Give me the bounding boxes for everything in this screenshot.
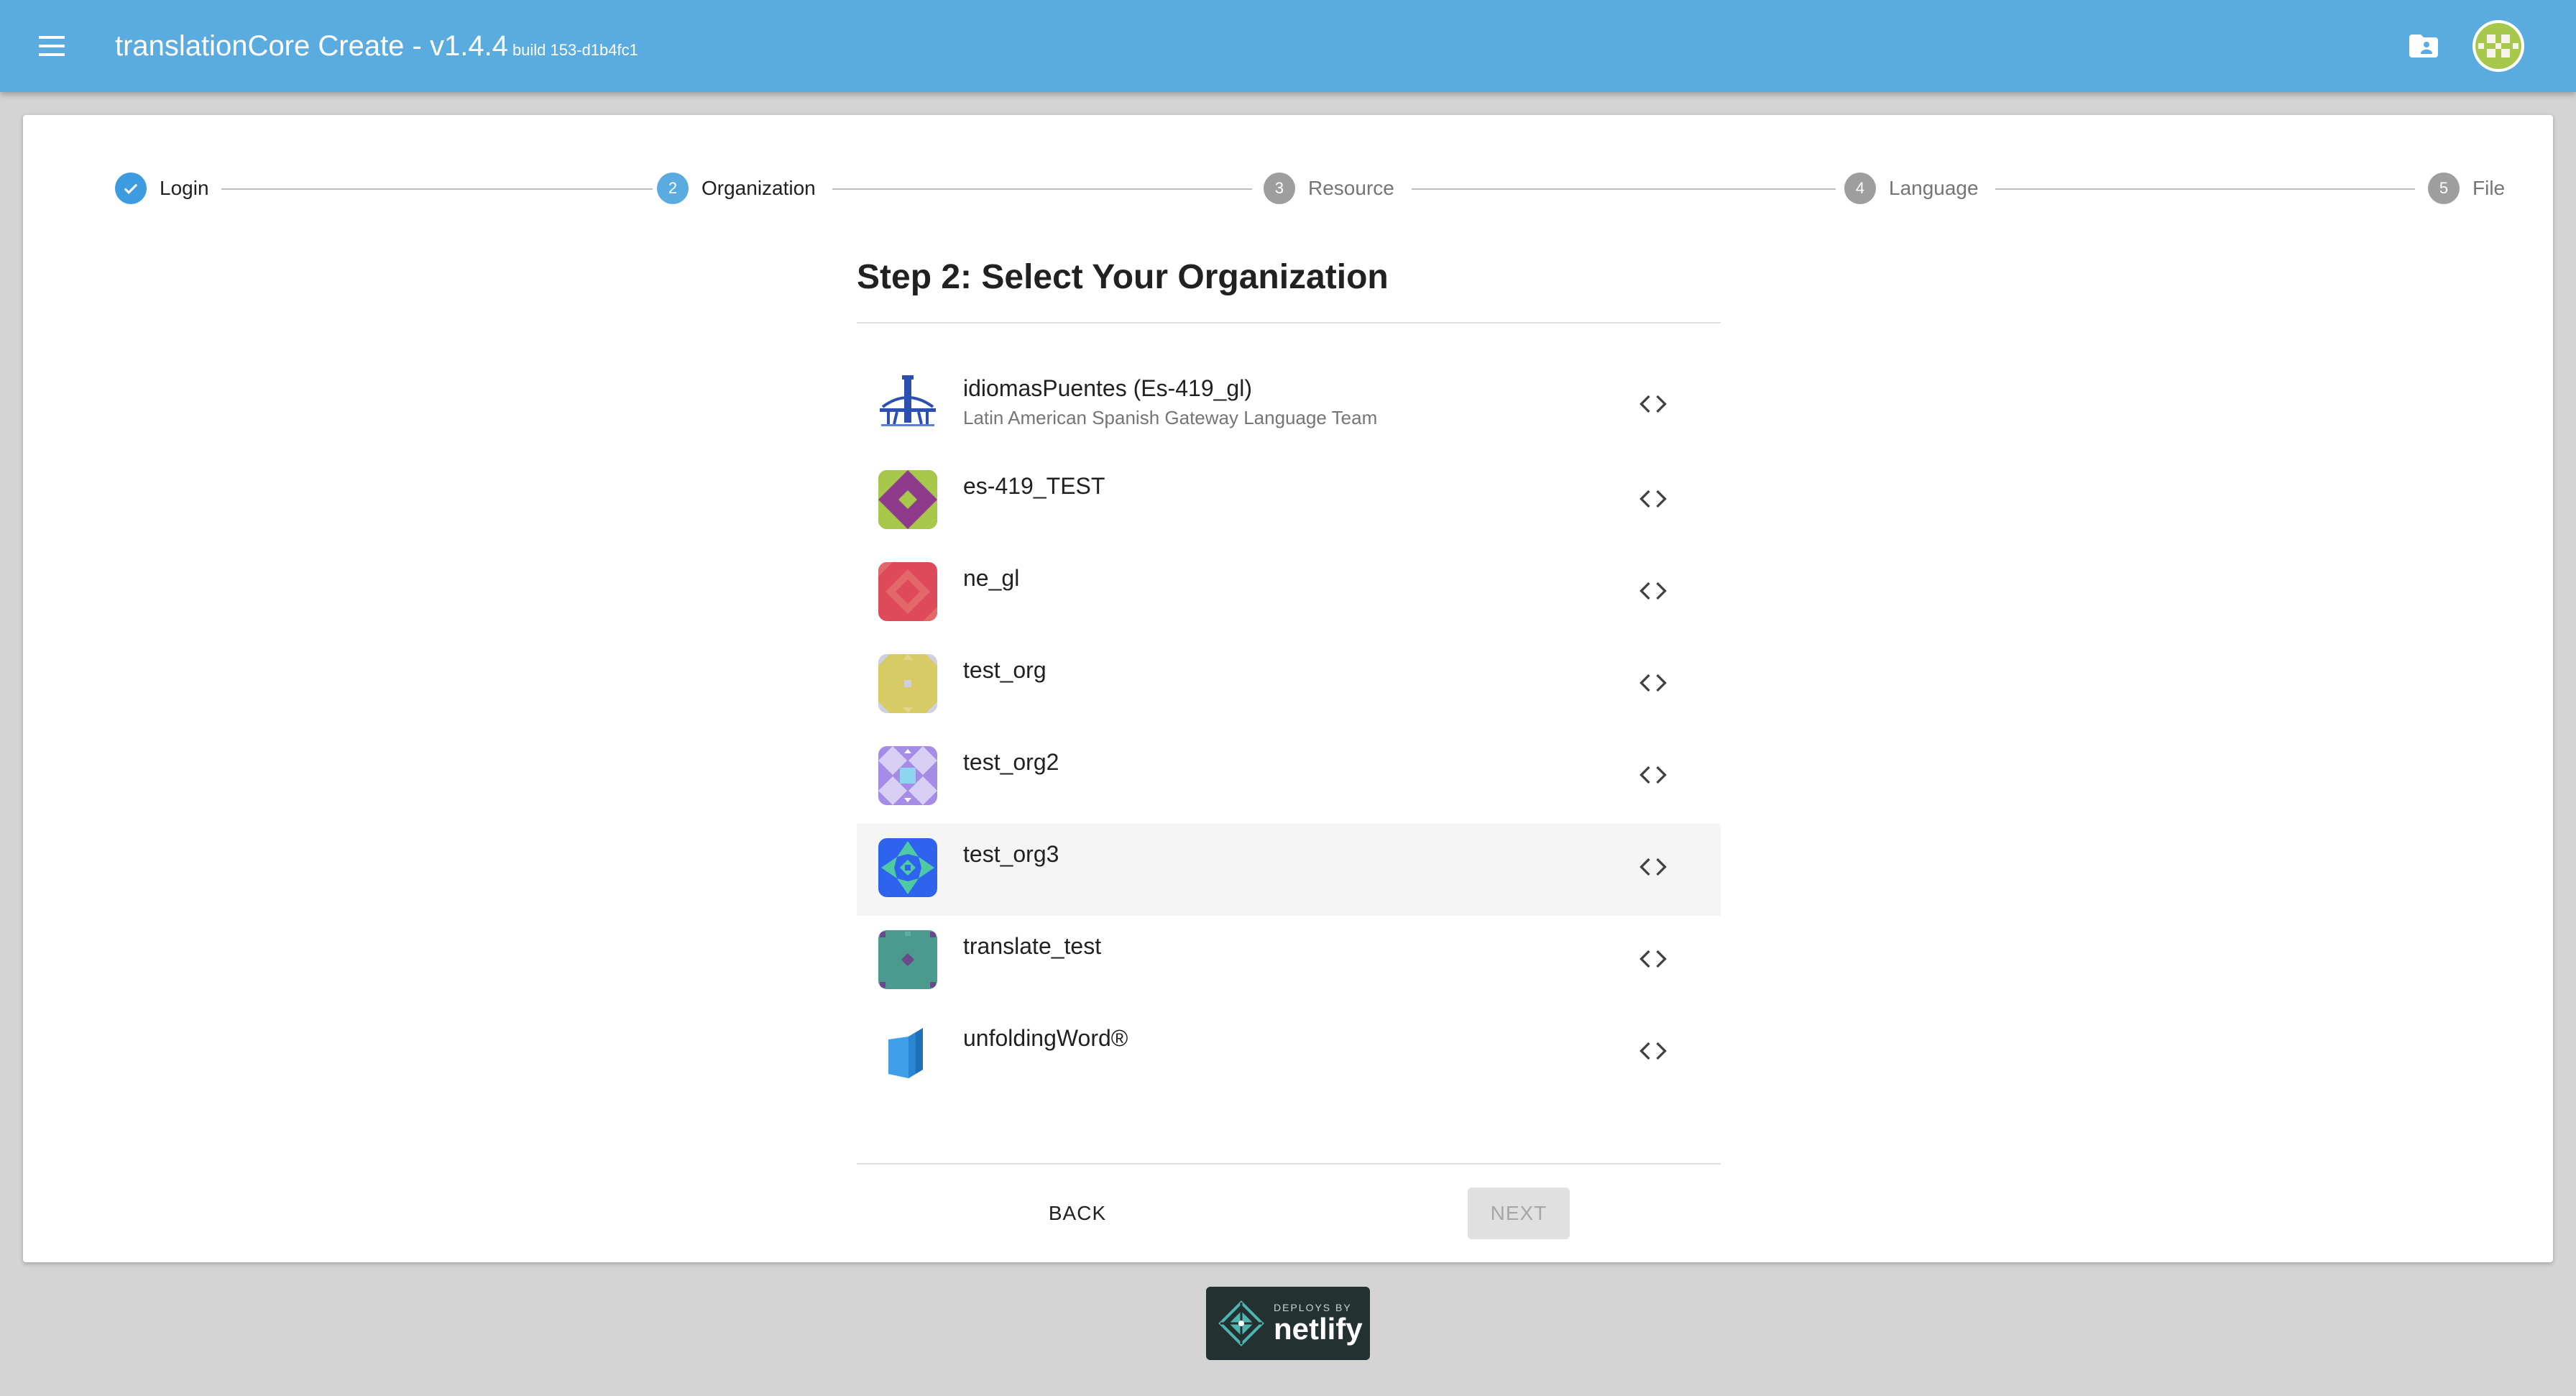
org-name: test_org xyxy=(963,657,1046,683)
bridge-logo-icon xyxy=(878,372,937,431)
step-resource[interactable]: 3 Resource xyxy=(1264,171,1394,206)
user-avatar[interactable] xyxy=(2472,20,2524,72)
step-heading: Step 2: Select Your Organization xyxy=(857,258,1389,296)
org-item-test-org2[interactable]: test_org2 xyxy=(857,732,1721,824)
org-item-test-org3[interactable]: test_org3 xyxy=(857,824,1721,916)
org-name: test_org3 xyxy=(963,841,1059,867)
code-icon[interactable] xyxy=(1637,851,1669,883)
netlify-badge[interactable]: DEPLOYS BY netlify xyxy=(1206,1287,1370,1360)
step-connector xyxy=(832,188,1252,190)
org-item-ne-gl[interactable]: ne_gl xyxy=(857,548,1721,640)
identicon-icon xyxy=(878,838,937,897)
step-label: File xyxy=(2472,177,2506,199)
step-label: Resource xyxy=(1308,177,1394,199)
identicon-icon xyxy=(878,654,937,713)
step-language[interactable]: 4 Language xyxy=(1844,171,1979,206)
app-title-text: translationCore Create - v1.4.4 xyxy=(115,30,508,62)
step-file[interactable]: 5 File xyxy=(2428,171,2505,206)
organization-list: idiomasPuentes (Es-419_gl) Latin America… xyxy=(857,358,1721,1100)
identicon-icon xyxy=(878,470,937,529)
netlify-brand-text: netlify xyxy=(1274,1312,1363,1346)
divider xyxy=(857,322,1721,323)
app-title: translationCore Create - v1.4.4 build 153… xyxy=(115,26,638,70)
step-label: Organization xyxy=(702,177,816,199)
code-icon[interactable] xyxy=(1637,483,1669,515)
code-icon[interactable] xyxy=(1637,759,1669,791)
check-circle-icon xyxy=(115,173,147,204)
identicon-icon xyxy=(878,562,937,621)
netlify-text: DEPLOYS BY netlify xyxy=(1274,1302,1363,1345)
org-name: es-419_TEST xyxy=(963,473,1105,499)
org-name: unfoldingWord® xyxy=(963,1025,1128,1051)
folder-account-icon[interactable] xyxy=(2406,29,2441,63)
identicon-icon xyxy=(878,930,937,989)
menu-icon[interactable] xyxy=(29,24,75,68)
code-icon[interactable] xyxy=(1637,1035,1669,1067)
step-number: 5 xyxy=(2428,173,2460,204)
step-connector xyxy=(1995,188,2415,190)
org-item-unfoldingword[interactable]: unfoldingWord® xyxy=(857,1008,1721,1100)
next-button: NEXT xyxy=(1468,1188,1570,1239)
step-label: Language xyxy=(1889,177,1979,199)
step-organization[interactable]: 2 Organization xyxy=(657,171,816,206)
org-item-test-org[interactable]: test_org xyxy=(857,640,1721,732)
step-number: 2 xyxy=(657,173,689,204)
org-name: idiomasPuentes (Es-419_gl) xyxy=(963,375,1252,401)
org-item-es-419-test[interactable]: es-419_TEST xyxy=(857,456,1721,548)
divider xyxy=(857,1163,1721,1165)
code-icon[interactable] xyxy=(1637,388,1669,420)
app-bar: translationCore Create - v1.4.4 build 153… xyxy=(0,0,2576,92)
back-button[interactable]: BACK xyxy=(1031,1188,1124,1239)
org-name: test_org2 xyxy=(963,749,1059,775)
app-build: build 153-d1b4fc1 xyxy=(512,41,638,59)
org-item-translate-test[interactable]: translate_test xyxy=(857,916,1721,1008)
step-connector xyxy=(1412,188,1836,190)
identicon-icon xyxy=(878,746,937,805)
step-actions: BACK NEXT xyxy=(857,1163,1721,1239)
netlify-logo-icon xyxy=(1218,1300,1264,1346)
organization-step-content: Step 2: Select Your Organization idiomas… xyxy=(857,244,1721,1100)
org-item-idiomaspuentes[interactable]: idiomasPuentes (Es-419_gl) Latin America… xyxy=(857,358,1721,456)
step-number: 3 xyxy=(1264,173,1295,204)
code-icon[interactable] xyxy=(1637,575,1669,607)
org-description: Latin American Spanish Gateway Language … xyxy=(963,407,1378,428)
org-name: translate_test xyxy=(963,933,1102,959)
code-icon[interactable] xyxy=(1637,943,1669,975)
code-icon[interactable] xyxy=(1637,667,1669,699)
step-login[interactable]: Login xyxy=(115,171,209,206)
step-number: 4 xyxy=(1844,173,1876,204)
org-name: ne_gl xyxy=(963,565,1020,591)
main-card: Login 2 Organization 3 Resource 4 Langua… xyxy=(23,115,2553,1262)
step-connector xyxy=(221,188,653,190)
unfoldingword-logo-icon xyxy=(878,1022,937,1081)
step-label: Login xyxy=(160,177,209,199)
stepper: Login 2 Organization 3 Resource 4 Langua… xyxy=(92,171,2507,206)
